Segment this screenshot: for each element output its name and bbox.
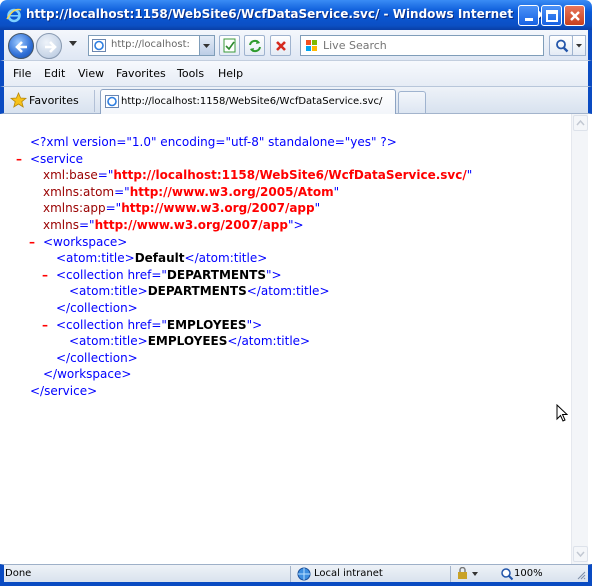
tab-current-page[interactable]: http://localhost:1158/WebSite6/WcfDataSe… [100,89,396,115]
menu-edit[interactable]: Edit [44,67,65,80]
atom-title-open-tag: <atom:title> [69,334,148,349]
status-divider [290,566,291,582]
tab-label: http://localhost:1158/WebSite6/WcfDataSe… [121,96,383,107]
collection-href: EMPLOYEES [166,317,247,332]
favorites-label[interactable]: Favorites [29,94,79,107]
attr-value: http://www.w3.org/2005/Atom [129,184,334,199]
collapse-workspace-toggle[interactable]: – [29,234,35,251]
title-bar: http://localhost:1158/WebSite6/WcfDataSe… [0,0,592,30]
atom-title-close-tag: </atom:title> [246,284,330,299]
navigation-bar: http://localhost:1 [0,30,592,60]
menu-favorites[interactable]: Favorites [116,67,166,80]
favorites-star-icon[interactable] [10,92,27,108]
menu-tools[interactable]: Tools [177,67,204,80]
local-intranet-icon[interactable] [296,566,312,582]
attr-name: xmlns [43,217,79,232]
favorites-bar: Favorites http://localhost:1158/WebSite6… [0,86,592,115]
address-bar[interactable]: http://localhost:1 [88,35,215,56]
attr-name: xml:base [43,168,98,183]
menu-bar: File Edit View Favorites Tools Help [0,60,592,86]
window-title: http://localhost:1158/WebSite6/WcfDataSe… [26,7,556,21]
mouse-cursor-icon [556,404,568,422]
menu-view[interactable]: View [78,67,104,80]
service-close-tag: </service> [30,383,98,398]
collapse-service-toggle[interactable]: – [16,151,22,168]
search-input[interactable] [323,38,533,53]
compatibility-view-button[interactable] [219,35,240,56]
zoom-level[interactable]: 100% [514,568,543,579]
menu-help[interactable]: Help [218,67,243,80]
search-options-dropdown[interactable] [572,35,586,56]
collection-title-text: DEPARTMENTS [147,284,247,299]
atom-title-open-tag: <atom:title> [56,251,135,266]
zoom-icon[interactable] [500,567,514,581]
collapse-collection-toggle[interactable]: – [42,317,48,334]
compatibility-page-icon [223,38,236,53]
protected-mode-icon[interactable] [456,567,482,581]
attr-name: xmlns:app [43,201,106,216]
back-button[interactable] [8,33,34,59]
status-text: Done [5,568,32,579]
page-content: <?xml version="1.0" encoding="utf-8" sta… [4,114,588,564]
minimize-icon [525,18,533,21]
workspace-close-tag: </workspace> [43,367,132,382]
collection-open-tag: <collection href= [56,317,162,332]
scroll-down-button[interactable] [573,546,588,562]
workspace-open-tag: <workspace> [43,234,128,249]
service-open-tag: <service [30,151,84,166]
menu-file[interactable]: File [13,67,31,80]
attr-value: http://localhost:1158/WebSite6/WcfDataSe… [113,168,467,183]
maximize-button[interactable] [541,5,562,26]
search-button[interactable] [549,35,573,56]
refresh-icon [249,39,261,53]
attr-name: xmlns:atom [43,184,115,199]
status-bar: Done Local intranet 100% [0,564,592,586]
ie-logo-icon [6,8,22,23]
chevron-down-icon [203,44,210,48]
toolbar-separator [94,90,95,112]
collection-close-tag: </collection> [56,350,138,365]
stop-icon [276,41,286,51]
new-tab-button[interactable] [398,91,426,113]
refresh-button[interactable] [244,35,265,56]
vertical-scrollbar[interactable] [571,114,588,564]
chevron-up-icon [576,119,585,126]
search-box[interactable] [300,35,544,56]
attr-value: http://www.w3.org/2007/app [121,201,315,216]
live-search-logo-icon [306,40,317,51]
atom-title-close-tag: </atom:title> [227,334,311,349]
forward-arrow-icon [45,41,57,53]
page-icon [92,39,106,52]
close-icon [570,11,580,21]
chevron-down-icon [576,551,585,558]
recent-pages-chevron-icon[interactable] [68,40,78,48]
scroll-up-button[interactable] [573,115,588,131]
collection-title-text: EMPLOYEES [147,334,228,349]
address-url[interactable]: http://localhost:1 [111,39,191,50]
collapse-collection-toggle[interactable]: – [42,267,48,284]
maximize-icon [546,10,558,22]
attr-value: http://www.w3.org/2007/app [94,217,288,232]
security-zone-label[interactable]: Local intranet [314,568,383,579]
collection-href: DEPARTMENTS [166,267,266,282]
close-button[interactable] [564,5,585,26]
resize-grip-icon[interactable] [575,569,587,581]
stop-button[interactable] [270,35,291,56]
chevron-down-icon [576,44,582,48]
collection-open-tag: <collection href= [56,267,162,282]
status-divider [450,566,451,582]
address-dropdown-button[interactable] [199,36,214,55]
minimize-button[interactable] [518,5,539,26]
back-arrow-icon [15,41,27,53]
page-icon [105,95,119,108]
xml-declaration: <?xml version="1.0" encoding="utf-8" sta… [30,135,397,149]
search-icon [556,39,569,53]
forward-button[interactable] [36,33,62,59]
collection-close-tag: </collection> [56,300,138,315]
atom-title-close-tag: </atom:title> [184,251,268,266]
workspace-title-text: Default [134,251,185,266]
atom-title-open-tag: <atom:title> [69,284,148,299]
